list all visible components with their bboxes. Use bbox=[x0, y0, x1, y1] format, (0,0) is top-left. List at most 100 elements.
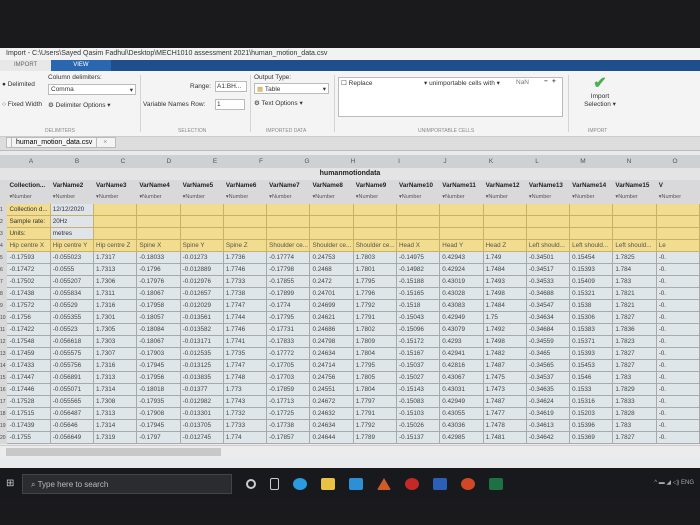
column-header[interactable]: Hip centre Y bbox=[50, 240, 95, 252]
cortana-icon[interactable] bbox=[246, 479, 256, 489]
column-letter[interactable]: I bbox=[376, 155, 422, 168]
table-cell[interactable]: -0.012657 bbox=[180, 288, 224, 300]
table-cell[interactable]: 1.7833 bbox=[613, 396, 657, 408]
table-cell[interactable]: 1.7796 bbox=[353, 288, 397, 300]
table-cell[interactable] bbox=[137, 204, 181, 216]
table-cell[interactable]: -0.1796 bbox=[137, 264, 181, 276]
table-cell[interactable]: 1.7804 bbox=[353, 384, 397, 396]
table-cell[interactable]: -0.055834 bbox=[50, 288, 95, 300]
table-cell[interactable]: 0.2468 bbox=[310, 264, 354, 276]
table-cell[interactable]: 0.42949 bbox=[440, 312, 484, 324]
table-cell[interactable]: -0. bbox=[656, 348, 700, 360]
table-cell[interactable]: 1.7316 bbox=[94, 360, 138, 372]
table-cell[interactable]: 1.7306 bbox=[94, 276, 138, 288]
table-cell[interactable]: 1.7498 bbox=[483, 288, 527, 300]
table-cell[interactable]: 1.783 bbox=[613, 372, 657, 384]
table-cell[interactable]: -0.013561 bbox=[180, 312, 224, 324]
table-cell[interactable] bbox=[656, 228, 700, 240]
table-cell[interactable]: 0.15396 bbox=[570, 420, 614, 432]
table-cell[interactable]: -0.055575 bbox=[50, 348, 95, 360]
table-cell[interactable]: -0.056487 bbox=[50, 408, 95, 420]
variable-type-dropdown[interactable]: ▾Number bbox=[483, 192, 527, 204]
table-cell[interactable]: 0.43055 bbox=[440, 408, 484, 420]
table-cell[interactable]: -0.17572 bbox=[7, 300, 51, 312]
table-cell[interactable]: -0.056649 bbox=[50, 432, 95, 444]
table-cell[interactable]: -0.15026 bbox=[397, 420, 441, 432]
file-explorer-icon[interactable] bbox=[321, 478, 335, 490]
table-cell[interactable]: 1.7801 bbox=[353, 264, 397, 276]
table-cell[interactable] bbox=[397, 216, 441, 228]
table-cell[interactable]: -0.18018 bbox=[137, 384, 181, 396]
table-cell[interactable]: -0.055355 bbox=[50, 312, 95, 324]
text-options-button[interactable]: ⚙ Text Options ▾ bbox=[254, 99, 303, 107]
variable-name[interactable]: VarName4 bbox=[137, 180, 181, 192]
table-cell[interactable]: -0.17447 bbox=[7, 372, 51, 384]
variable-type-dropdown[interactable]: ▾Number bbox=[50, 192, 95, 204]
column-header[interactable]: Spine Z bbox=[223, 240, 268, 252]
output-type-dropdown[interactable]: ▦ Table ▾ bbox=[254, 83, 329, 94]
table-cell[interactable]: 0.42941 bbox=[440, 348, 484, 360]
table-cell[interactable]: -0.17439 bbox=[7, 420, 51, 432]
range-field[interactable]: A1:BH... bbox=[215, 81, 247, 92]
table-cell[interactable]: -0.055756 bbox=[50, 360, 95, 372]
edge-icon[interactable] bbox=[293, 478, 307, 490]
table-cell[interactable]: 0.15316 bbox=[570, 396, 614, 408]
table-cell[interactable]: 0.43083 bbox=[440, 300, 484, 312]
table-cell[interactable]: 1.7477 bbox=[483, 408, 527, 420]
table-cell[interactable]: 1.7827 bbox=[613, 348, 657, 360]
table-cell[interactable]: 0.24753 bbox=[310, 252, 354, 264]
var-names-row-stepper[interactable]: 1 bbox=[215, 99, 245, 110]
variable-type-dropdown[interactable]: ▾Number bbox=[613, 192, 657, 204]
column-letter[interactable]: B bbox=[54, 155, 100, 168]
table-cell[interactable]: -0.01273 bbox=[180, 252, 224, 264]
table-cell[interactable]: -0.055023 bbox=[50, 252, 95, 264]
table-cell[interactable]: 1.7747 bbox=[223, 300, 268, 312]
column-delimiter-dropdown[interactable]: Comma ▾ bbox=[48, 84, 136, 95]
table-cell[interactable]: -0.17958 bbox=[137, 300, 181, 312]
table-cell[interactable]: -0.34517 bbox=[526, 264, 571, 276]
tab-view[interactable]: VIEW bbox=[51, 60, 111, 71]
table-cell[interactable]: -0.17422 bbox=[7, 324, 51, 336]
table-cell[interactable]: 0.24714 bbox=[310, 360, 354, 372]
table-cell[interactable]: 0.15203 bbox=[570, 408, 614, 420]
variable-type-dropdown[interactable]: ▾Number bbox=[353, 192, 398, 204]
table-cell[interactable]: -0.14975 bbox=[397, 252, 441, 264]
table-cell[interactable]: -0.15027 bbox=[397, 372, 441, 384]
variable-name[interactable]: VarName2 bbox=[50, 180, 95, 192]
table-cell[interactable]: -0.0555 bbox=[50, 264, 95, 276]
table-cell[interactable] bbox=[526, 204, 571, 216]
table-cell[interactable]: -0. bbox=[656, 408, 700, 420]
table-cell[interactable]: 0.15369 bbox=[570, 432, 614, 444]
table-cell[interactable]: -0.1518 bbox=[397, 300, 441, 312]
table-cell[interactable]: 0.24551 bbox=[310, 384, 354, 396]
table-cell[interactable]: -0.18084 bbox=[137, 324, 181, 336]
table-cell[interactable]: 1.75 bbox=[483, 312, 527, 324]
table-cell[interactable]: -0.01377 bbox=[180, 384, 224, 396]
table-cell[interactable]: 1.7789 bbox=[353, 432, 397, 444]
table-cell[interactable]: -0.17705 bbox=[267, 360, 311, 372]
variable-type-dropdown[interactable]: ▾Number bbox=[526, 192, 571, 204]
app-icon[interactable] bbox=[405, 478, 419, 490]
table-cell[interactable]: 1.7805 bbox=[353, 372, 397, 384]
table-cell[interactable]: -0. bbox=[656, 360, 700, 372]
unimportable-dropdown[interactable]: ▾ unimportable cells with ▾ bbox=[424, 79, 500, 87]
table-cell[interactable]: 0.42816 bbox=[440, 360, 484, 372]
table-cell[interactable]: 1.7484 bbox=[483, 264, 527, 276]
table-cell[interactable]: -0. bbox=[656, 384, 700, 396]
table-cell[interactable]: -0.17713 bbox=[267, 396, 311, 408]
table-cell[interactable]: -0.34634 bbox=[526, 312, 571, 324]
table-cell[interactable]: 1.7792 bbox=[353, 300, 397, 312]
table-cell[interactable]: -0.17798 bbox=[267, 264, 311, 276]
column-letter[interactable]: D bbox=[146, 155, 192, 168]
column-letter[interactable]: F bbox=[238, 155, 284, 168]
variable-type-dropdown[interactable]: ▾Number bbox=[137, 192, 181, 204]
table-cell[interactable]: 1.7305 bbox=[94, 324, 138, 336]
table-cell[interactable]: 0.24701 bbox=[310, 288, 354, 300]
table-cell[interactable]: 1.7481 bbox=[483, 432, 527, 444]
table-cell[interactable]: 1.7733 bbox=[223, 420, 268, 432]
variable-name[interactable]: VarName7 bbox=[267, 180, 311, 192]
table-cell[interactable]: 0.42943 bbox=[440, 252, 484, 264]
table-cell[interactable]: -0.17956 bbox=[137, 372, 181, 384]
table-cell[interactable]: -0.17515 bbox=[7, 408, 51, 420]
table-cell[interactable]: 0.42985 bbox=[440, 432, 484, 444]
